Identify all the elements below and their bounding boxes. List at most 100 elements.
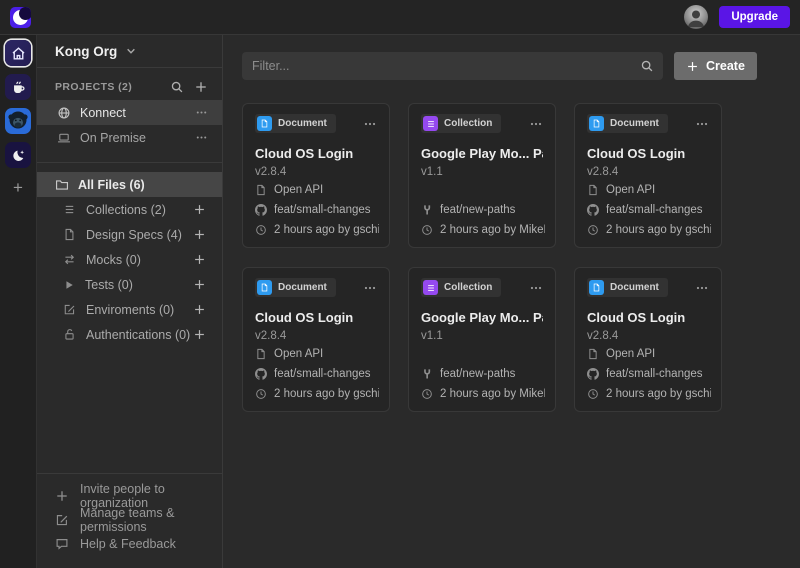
sidebar-item-all-files[interactable]: All Files (6) [37, 172, 222, 197]
clock-icon [587, 388, 599, 400]
card-branch: feat/new-paths [440, 204, 515, 216]
main-content: Create Document Cloud OS Login v2.8.4 [223, 35, 800, 568]
upgrade-button[interactable]: Upgrade [719, 6, 790, 28]
card-format: Open API [606, 348, 655, 360]
card-title: Google Play Mo... Partner [421, 310, 543, 325]
file-card-document[interactable]: Document Cloud OS Login v2.8.4 Open API … [574, 267, 722, 412]
filter-input[interactable] [242, 52, 663, 80]
play-icon [63, 279, 75, 291]
file-type-badge: Document [587, 278, 668, 297]
sidebar-footer: Invite people to organization Manage tea… [37, 473, 222, 568]
file-card-collection[interactable]: Collection Google Play Mo... Partner v1.… [408, 103, 556, 248]
sidebar-item-collections[interactable]: Collections (2) [37, 197, 222, 222]
add-project-icon[interactable] [194, 80, 208, 94]
add-test-icon[interactable] [193, 278, 206, 291]
file-item-label: Design Specs (4) [86, 228, 193, 242]
card-menu-button[interactable] [529, 117, 543, 131]
invite-people-link[interactable]: Invite people to organization [37, 484, 222, 508]
org-switcher[interactable]: Kong Org [37, 35, 222, 68]
card-title: Cloud OS Login [587, 310, 709, 325]
sidebar-item-environments[interactable]: Enviroments (0) [37, 297, 222, 322]
sidebar-item-on-premise[interactable]: On Premise [37, 125, 222, 150]
chat-bubble-icon [55, 537, 69, 551]
project-label: On Premise [80, 131, 195, 145]
search-projects-icon[interactable] [170, 80, 184, 94]
footer-link-label: Manage teams & permissions [80, 506, 210, 534]
file-type-badge: Collection [421, 278, 501, 297]
clock-icon [255, 388, 267, 400]
document-icon [589, 116, 604, 131]
file-card-document[interactable]: Document Cloud OS Login v2.8.4 Open API … [574, 103, 722, 248]
project-label: Konnect [80, 106, 195, 120]
document-icon [257, 116, 272, 131]
org-moon-stars-icon[interactable] [5, 142, 31, 168]
card-menu-button[interactable] [695, 281, 709, 295]
card-branch: feat/small-changes [606, 368, 703, 380]
org-coffee-cup-icon[interactable] [5, 74, 31, 100]
top-bar: Upgrade [0, 0, 800, 35]
file-item-label: Authentications (0) [86, 328, 193, 342]
file-card-collection[interactable]: Collection Google Play Mo... Partner v1.… [408, 267, 556, 412]
globe-icon [57, 106, 71, 120]
sidebar-item-tests[interactable]: Tests (0) [37, 272, 222, 297]
footer-link-label: Help & Feedback [80, 537, 176, 551]
add-authentication-icon[interactable] [193, 328, 206, 341]
plus-icon [55, 489, 69, 503]
card-branch: feat/small-changes [274, 204, 371, 216]
sidebar: Kong Org PROJECTS (2) Konnect On Premise [37, 35, 223, 568]
card-branch: feat/small-changes [606, 204, 703, 216]
org-home-icon[interactable] [5, 40, 31, 66]
org-name: Kong Org [55, 44, 117, 59]
badge-label: Collection [438, 118, 499, 129]
file-item-label: Collections (2) [86, 203, 193, 217]
card-modified: 2 hours ago by gschier [274, 224, 379, 236]
add-mock-icon[interactable] [193, 253, 206, 266]
create-button[interactable]: Create [674, 52, 757, 80]
file-icon [255, 184, 267, 196]
sidebar-item-design-specs[interactable]: Design Specs (4) [37, 222, 222, 247]
file-icon [255, 348, 267, 360]
file-card-document[interactable]: Document Cloud OS Login v2.8.4 Open API … [242, 103, 390, 248]
org-gorilla-avatar[interactable] [5, 108, 31, 134]
sidebar-item-authentications[interactable]: Authentications (0) [37, 322, 222, 347]
card-menu-button[interactable] [363, 117, 377, 131]
card-branch: feat/small-changes [274, 368, 371, 380]
project-menu-icon[interactable] [195, 131, 208, 144]
folder-icon [55, 178, 69, 192]
add-environment-icon[interactable] [193, 303, 206, 316]
collection-lines-icon [63, 203, 76, 216]
project-menu-icon[interactable] [195, 106, 208, 119]
card-branch: feat/new-paths [440, 368, 515, 380]
git-fork-icon [421, 204, 433, 216]
card-menu-button[interactable] [695, 117, 709, 131]
sidebar-item-konnect[interactable]: Konnect [37, 100, 222, 125]
add-design-spec-icon[interactable] [193, 228, 206, 241]
card-menu-button[interactable] [529, 281, 543, 295]
card-format: Open API [274, 348, 323, 360]
file-type-badge: Document [587, 114, 668, 133]
sidebar-item-mocks[interactable]: Mocks (0) [37, 247, 222, 272]
card-modified: 2 hours ago by gschier [274, 388, 379, 400]
clock-icon [587, 224, 599, 236]
file-icon [587, 348, 599, 360]
file-card-document[interactable]: Document Cloud OS Login v2.8.4 Open API … [242, 267, 390, 412]
all-files-label: All Files (6) [78, 178, 145, 192]
card-modified: 2 hours ago by MikeEllan... [440, 224, 545, 236]
card-modified: 2 hours ago by gschier [606, 224, 711, 236]
pencil-square-icon [55, 513, 69, 527]
card-version: v2.8.4 [587, 166, 709, 178]
github-icon [587, 368, 599, 380]
user-avatar[interactable] [684, 5, 708, 29]
card-title: Cloud OS Login [255, 310, 377, 325]
add-collection-icon[interactable] [193, 203, 206, 216]
card-format: Open API [274, 184, 323, 196]
github-icon [587, 204, 599, 216]
collection-icon [423, 280, 438, 295]
manage-teams-link[interactable]: Manage teams & permissions [37, 508, 222, 532]
file-type-badge: Collection [421, 114, 501, 133]
card-menu-button[interactable] [363, 281, 377, 295]
help-feedback-link[interactable]: Help & Feedback [37, 532, 222, 556]
insomnia-logo-icon[interactable] [10, 7, 31, 28]
card-version: v2.8.4 [255, 330, 377, 342]
add-organization-button[interactable]: + [13, 179, 23, 196]
